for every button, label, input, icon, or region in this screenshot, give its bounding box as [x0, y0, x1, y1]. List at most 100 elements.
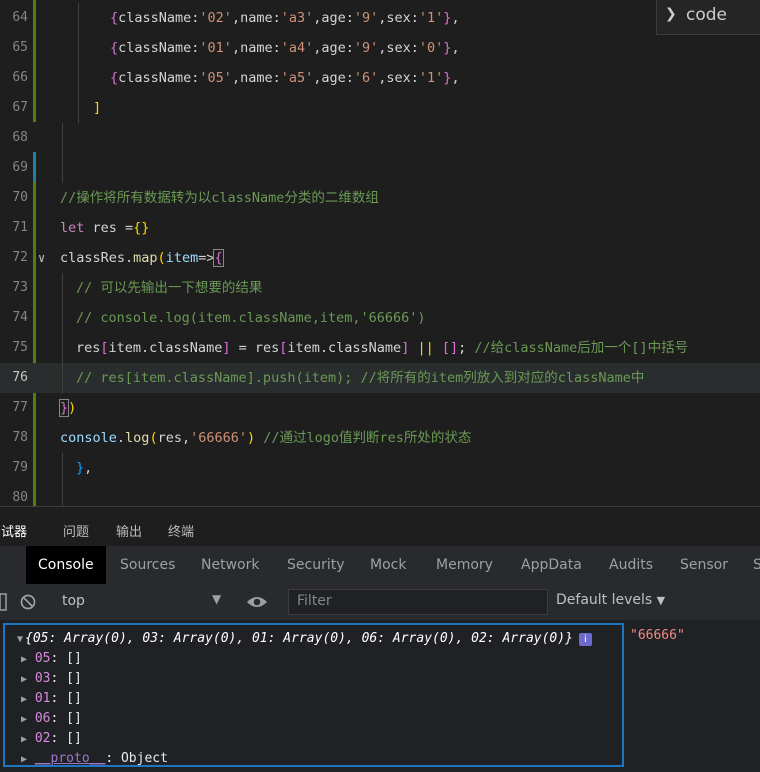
- panel-tab-bar: 调试器 问题 输出 终端: [0, 506, 760, 547]
- code-text: },: [76, 460, 93, 476]
- info-badge[interactable]: i: [578, 633, 592, 646]
- clear-console-icon[interactable]: [20, 594, 36, 610]
- code-line[interactable]: 64 {className:'02',name:'a3',age:'9',sex…: [0, 3, 760, 33]
- code-comment: //操作将所有数据转为以className分类的二维数组: [60, 190, 379, 206]
- tab-terminal[interactable]: 终端: [168, 521, 194, 540]
- indent-guide: [62, 483, 63, 506]
- tab-audits[interactable]: Audits: [609, 546, 653, 584]
- expand-arrow-icon[interactable]: ▶: [21, 714, 27, 725]
- code-comment: // 可以先输出一下想要的结果: [76, 280, 263, 296]
- outline-label: code: [686, 5, 727, 25]
- indent-guide: [62, 153, 63, 183]
- code-line[interactable]: 74 // console.log(item.className,item,'6…: [0, 303, 760, 333]
- object-property[interactable]: ▶ 02: []: [21, 731, 82, 746]
- line-number: 72: [12, 250, 28, 265]
- tab-network[interactable]: Network: [201, 546, 259, 584]
- property-value: []: [66, 711, 82, 726]
- tab-console[interactable]: Console: [26, 546, 106, 584]
- indent-guide: [62, 453, 63, 483]
- filter-input[interactable]: [289, 590, 545, 612]
- expand-arrow-icon[interactable]: ▶: [21, 754, 27, 765]
- object-property[interactable]: ▶ 01: []: [21, 691, 82, 706]
- expand-arrow-icon[interactable]: ▶: [21, 734, 27, 745]
- property-key: 05: [34, 651, 51, 666]
- tab-security[interactable]: Security: [287, 546, 345, 584]
- object-property[interactable]: ▶ 06: []: [21, 711, 82, 726]
- code-line[interactable]: 71 let res ={}: [0, 213, 760, 243]
- object-property[interactable]: ▶ 05: []: [21, 651, 82, 666]
- property-value: []: [66, 651, 82, 666]
- console-output: ▼ {05: Array(0), 03: Array(0), 01: Array(…: [0, 620, 760, 772]
- sidebar-toggle-icon[interactable]: [0, 593, 8, 611]
- indent-guide: [78, 3, 79, 33]
- code-comment: // res[item.className].push(item); //将所有…: [76, 370, 645, 386]
- tab-mock[interactable]: Mock: [370, 546, 406, 584]
- indent-guide: [62, 363, 63, 393]
- expand-triangle-icon[interactable]: ▼: [17, 634, 23, 645]
- tab-problems[interactable]: 问题: [63, 521, 89, 540]
- code-line[interactable]: 80: [0, 483, 760, 506]
- code-text: {className:'02',name:'a3',age:'9',sex:'1…: [110, 10, 460, 26]
- indent-guide: [62, 123, 63, 153]
- line-number: 80: [12, 490, 28, 505]
- tab-sources[interactable]: Sources: [120, 546, 175, 584]
- code-text: console.log(res,'66666') //通过logo值判断res所…: [60, 430, 472, 446]
- tab-debugger[interactable]: 调试器: [0, 521, 27, 540]
- filter-field[interactable]: [288, 589, 548, 615]
- tab-overflow[interactable]: S: [753, 546, 760, 584]
- expand-arrow-icon[interactable]: ▶: [21, 694, 27, 705]
- code-line[interactable]: 77 }): [0, 393, 760, 423]
- line-number: 79: [12, 460, 28, 475]
- context-selector[interactable]: top ▼: [52, 590, 230, 614]
- code-text: {className:'01',name:'a4',age:'9',sex:'0…: [110, 40, 460, 56]
- object-property[interactable]: ▶ 03: []: [21, 671, 82, 686]
- line-number: 66: [12, 70, 28, 85]
- code-line[interactable]: 78 console.log(res,'66666') //通过logo值判断r…: [0, 423, 760, 453]
- code-line[interactable]: 75 res[item.className] = res[item.classN…: [0, 333, 760, 363]
- object-proto[interactable]: ▶ __proto__: Object: [21, 751, 168, 766]
- tab-memory[interactable]: Memory: [436, 546, 493, 584]
- tab-sensor[interactable]: Sensor: [680, 546, 728, 584]
- code-line[interactable]: 79 },: [0, 453, 760, 483]
- indent-guide: [62, 303, 63, 333]
- code-line[interactable]: 67 ]: [0, 93, 760, 123]
- console-toolbar: top ▼ Default levels ▼: [0, 584, 760, 621]
- code-text: ]: [93, 100, 102, 116]
- code-text: classRes.map(item=>{: [60, 249, 224, 267]
- eye-icon[interactable]: [246, 594, 268, 610]
- code-line[interactable]: 65 {className:'01',name:'a4',age:'9',sex…: [0, 33, 760, 63]
- line-number: 69: [12, 160, 28, 175]
- line-number: 78: [12, 430, 28, 445]
- line-number: 70: [12, 190, 28, 205]
- proto-value: Object: [120, 751, 168, 766]
- code-line[interactable]: 73 // 可以先输出一下想要的结果: [0, 273, 760, 303]
- line-number: 76: [12, 370, 28, 385]
- fold-chevron-icon[interactable]: ∨: [38, 251, 45, 265]
- expand-arrow-icon[interactable]: ▶: [21, 654, 27, 665]
- dropdown-arrow-icon: ▼: [212, 592, 222, 606]
- code-line[interactable]: 69: [0, 153, 760, 183]
- object-summary[interactable]: ▼ {05: Array(0), 03: Array(0), 01: Array(…: [17, 631, 592, 646]
- log-string-value: "66666": [630, 628, 685, 643]
- indent-guide: [62, 333, 63, 363]
- code-line[interactable]: 68: [0, 123, 760, 153]
- code-text: }): [58, 399, 77, 417]
- highlighted-log-object[interactable]: ▼ {05: Array(0), 03: Array(0), 01: Array(…: [3, 623, 624, 767]
- code-line[interactable]: 70 //操作将所有数据转为以className分类的二维数组: [0, 183, 760, 213]
- line-number: 75: [12, 340, 28, 355]
- outline-widget[interactable]: ❯ code: [656, 0, 760, 35]
- indent-guide: [78, 63, 79, 93]
- devtools-tab-bar: Console Sources Network Security Mock Me…: [0, 546, 760, 585]
- code-line-current[interactable]: 76 // res[item.className].push(item); //…: [0, 363, 760, 393]
- code-text: {className:'05',name:'a5',age:'6',sex:'1…: [110, 70, 460, 86]
- property-value: []: [66, 731, 82, 746]
- code-line[interactable]: 72 ∨ classRes.map(item=>{: [0, 243, 760, 273]
- chevron-right-icon[interactable]: ❯: [665, 6, 677, 22]
- tab-appdata[interactable]: AppData: [521, 546, 582, 584]
- log-levels-dropdown[interactable]: Default levels ▼: [556, 592, 665, 608]
- expand-arrow-icon[interactable]: ▶: [21, 674, 27, 685]
- code-editor[interactable]: 64 {className:'02',name:'a3',age:'9',sex…: [0, 0, 760, 506]
- code-line[interactable]: 66 {className:'05',name:'a5',age:'6',sex…: [0, 63, 760, 93]
- tab-output[interactable]: 输出: [116, 521, 142, 540]
- property-value: []: [66, 671, 82, 686]
